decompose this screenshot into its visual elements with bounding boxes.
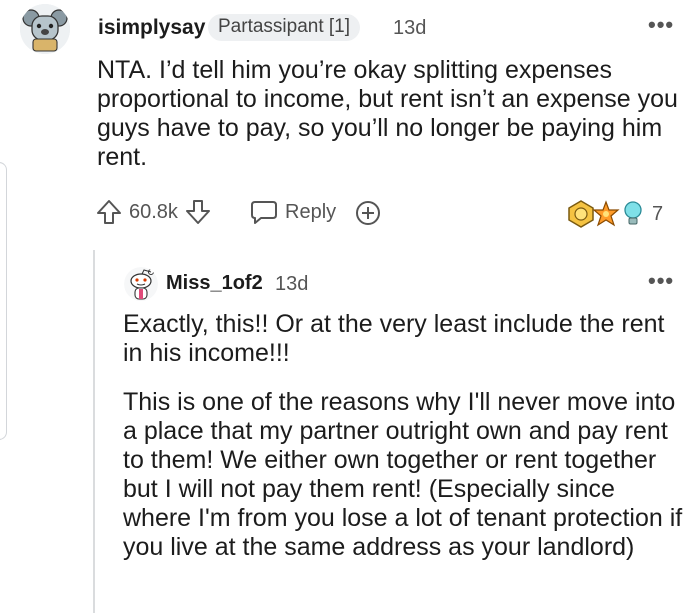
koala-avatar-icon [20,4,70,54]
more-options-icon[interactable]: ••• [648,12,674,38]
downvote-arrow-icon[interactable] [184,198,212,226]
award-count: 7 [652,202,664,225]
comment-time: 13d [393,17,427,39]
user-avatar[interactable] [20,4,70,54]
thread-line[interactable] [93,250,95,613]
comment-body: NTA. I’d tell him you’re okay splitting … [97,56,678,171]
user-flair: Partassipant [1] [208,14,361,41]
comment-username[interactable]: isimplysay [98,16,205,40]
snoo-avatar-icon [124,267,158,301]
star-award-icon [592,200,620,228]
awards[interactable]: 7 [566,199,663,229]
reply-username[interactable]: Miss_1of2 [166,272,263,295]
reply-avatar[interactable] [124,267,158,301]
upvote-arrow-icon[interactable] [95,198,123,226]
reply-more-options-icon[interactable]: ••• [648,268,674,294]
chat-bubble-icon [249,198,279,226]
reply-body: Exactly, this!! Or at the very least inc… [123,310,683,562]
reply-button[interactable]: Reply [249,198,336,226]
side-panel-edge [0,162,7,440]
comment-actions: 60.8k [95,198,212,226]
reply-paragraph: Exactly, this!! Or at the very least inc… [123,310,665,367]
vote-count: 60.8k [129,200,178,223]
plus-circle-icon[interactable] [355,200,381,226]
reply-time: 13d [275,273,309,295]
reply-paragraph: This is one of the reasons why I'll neve… [123,388,683,561]
lightbulb-award-icon [622,200,644,228]
